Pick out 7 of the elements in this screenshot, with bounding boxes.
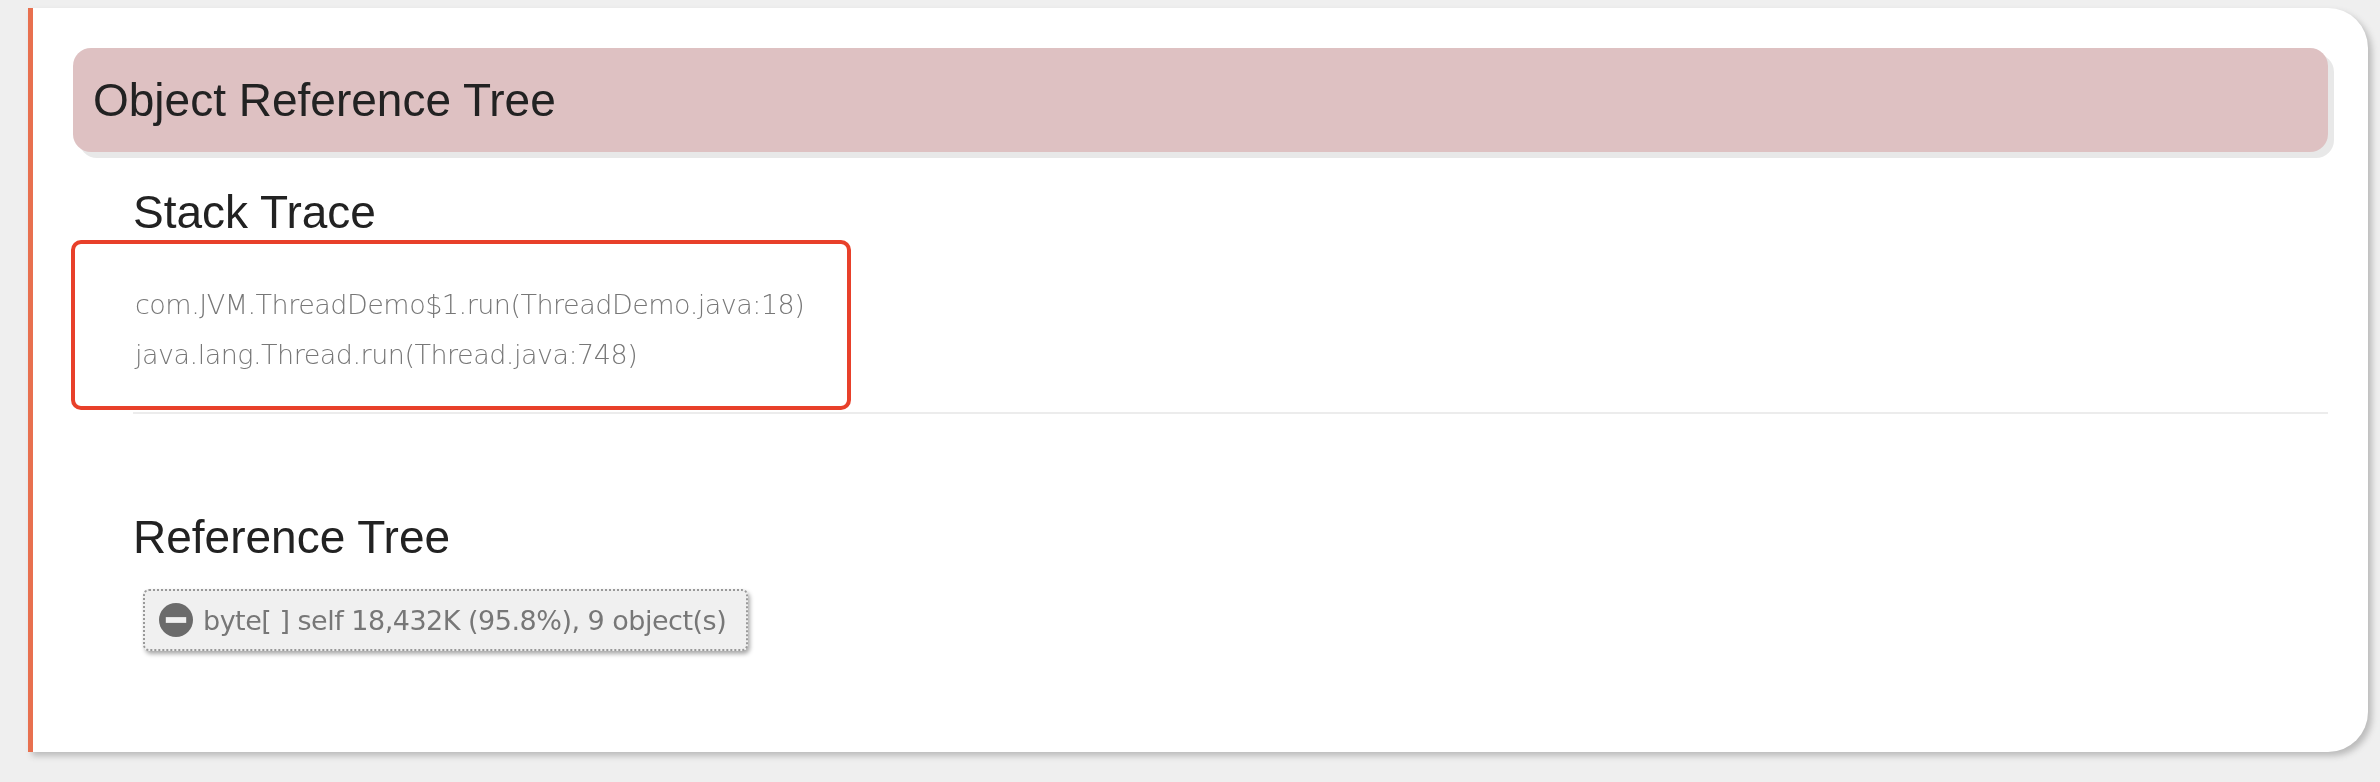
- collapse-icon[interactable]: [159, 603, 193, 637]
- tree-node[interactable]: byte[ ] self 18,432K (95.8%), 9 object(s): [143, 589, 749, 651]
- page-title: Object Reference Tree: [93, 73, 556, 127]
- stack-frame: java.lang.Thread.run(Thread.java:748): [135, 330, 847, 380]
- section-title: Stack Trace: [133, 185, 377, 240]
- stack-frame: com.JVM.ThreadDemo$1.run(ThreadDemo.java:18): [135, 280, 847, 330]
- section-title: Reference Tree: [133, 510, 452, 565]
